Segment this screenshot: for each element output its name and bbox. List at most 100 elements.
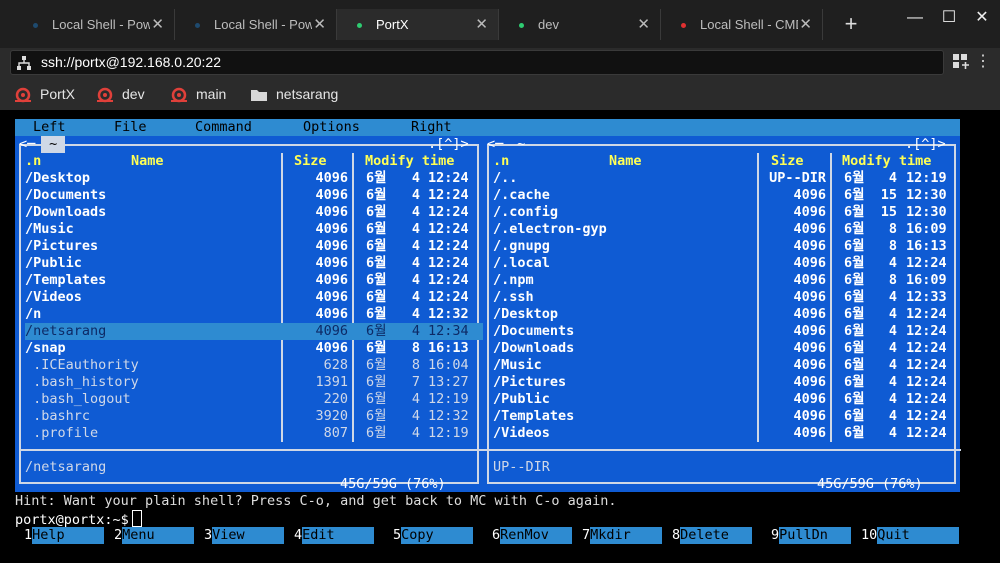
file-row-day: 4 bbox=[888, 323, 897, 339]
bookmark-dev[interactable]: dev bbox=[96, 78, 145, 110]
file-row-month: 6월 bbox=[844, 221, 865, 237]
fkey-view[interactable]: 3View bbox=[204, 527, 285, 544]
close-icon[interactable]: ✕ bbox=[475, 9, 488, 40]
file-row-month: 6월 bbox=[844, 289, 865, 305]
fkey-help[interactable]: 1Help bbox=[24, 527, 105, 544]
column-header-size: Size bbox=[294, 153, 327, 169]
file-row-month: 6월 bbox=[366, 255, 387, 271]
tab-local-shell-cmd[interactable]: Local Shell - CMD ✕ bbox=[661, 9, 823, 40]
file-row-time: 12:24 bbox=[906, 425, 947, 441]
file-row-size: 4096 bbox=[315, 255, 348, 271]
file-row-time: 12:19 bbox=[428, 425, 469, 441]
fkey-mkdir[interactable]: 7Mkdir bbox=[582, 527, 663, 544]
close-icon[interactable]: ✕ bbox=[313, 9, 326, 40]
fkey-pulldn[interactable]: 9PullDn bbox=[771, 527, 852, 544]
close-icon[interactable]: ✕ bbox=[637, 9, 650, 40]
file-row-time: 12:30 bbox=[906, 204, 947, 220]
more-options-icon[interactable]: ⋮ bbox=[975, 52, 991, 72]
tab-label: PortX bbox=[376, 17, 409, 32]
tab-dev[interactable]: dev ✕ bbox=[499, 9, 661, 40]
file-row-month: 6월 bbox=[844, 272, 865, 288]
file-row-size: 3920 bbox=[315, 408, 348, 424]
bookmark-portx[interactable]: PortX bbox=[14, 78, 75, 110]
tab-local-shell-powershell-1[interactable]: Local Shell - Powersh ✕ bbox=[13, 9, 175, 40]
file-row-size: 4096 bbox=[793, 391, 826, 407]
menu-command[interactable]: Command bbox=[195, 119, 252, 136]
file-row-month: 6월 bbox=[366, 408, 387, 424]
tab-status-dot bbox=[357, 23, 362, 28]
close-window-button[interactable]: ✕ bbox=[970, 6, 994, 30]
file-row-name: /Music bbox=[25, 221, 74, 237]
address-field[interactable]: ssh://portx@192.168.0.20:22 bbox=[10, 50, 944, 75]
file-row-day: 4 bbox=[411, 408, 420, 424]
file-row-month: 6월 bbox=[844, 357, 865, 373]
file-row-month: 6월 bbox=[366, 187, 387, 203]
new-tab-button[interactable]: + bbox=[840, 12, 862, 36]
bookmark-main[interactable]: main bbox=[170, 78, 226, 110]
tab-portx[interactable]: PortX ✕ bbox=[337, 9, 499, 40]
file-row-day: 4 bbox=[411, 306, 420, 322]
tab-status-dot bbox=[681, 23, 686, 28]
file-row-time: 12:24 bbox=[428, 187, 469, 203]
file-row-time: 12:24 bbox=[428, 170, 469, 186]
file-row-month: 6월 bbox=[844, 255, 865, 271]
toolbox-icon[interactable] bbox=[952, 53, 970, 71]
file-row-month: 6월 bbox=[844, 323, 865, 339]
fkey-delete[interactable]: 8Delete bbox=[672, 527, 753, 544]
file-row-month: 6월 bbox=[844, 187, 865, 203]
menu-left[interactable]: Left bbox=[33, 119, 66, 136]
file-row-size: 4096 bbox=[793, 408, 826, 424]
mc-menu-bar bbox=[15, 119, 960, 136]
file-row-day: 4 bbox=[411, 425, 420, 441]
file-row-month: 6월 bbox=[366, 306, 387, 322]
file-row-month: 6월 bbox=[366, 272, 387, 288]
file-row-time: 12:32 bbox=[428, 306, 469, 322]
file-row-time: 16:13 bbox=[428, 340, 469, 356]
menu-right[interactable]: Right bbox=[411, 119, 452, 136]
bookmark-netsarang[interactable]: netsarang bbox=[250, 78, 338, 110]
file-row-size: 4096 bbox=[793, 425, 826, 441]
file-row-time: 12:24 bbox=[906, 374, 947, 390]
close-icon[interactable]: ✕ bbox=[799, 9, 812, 40]
fkey-label: View bbox=[212, 527, 285, 544]
file-row-size: 4096 bbox=[793, 357, 826, 373]
file-row-time: 12:24 bbox=[906, 357, 947, 373]
panel-disk-usage: 45G/59G (76%) bbox=[817, 476, 923, 492]
fkey-label: Menu bbox=[122, 527, 195, 544]
prompt-text: portx@portx:~$ bbox=[15, 512, 129, 528]
file-row-name: /.npm bbox=[493, 272, 534, 288]
close-icon[interactable]: ✕ bbox=[151, 9, 164, 40]
text-cursor bbox=[131, 510, 142, 527]
file-row-month: 6월 bbox=[366, 391, 387, 407]
menu-file[interactable]: File bbox=[114, 119, 147, 136]
minimize-button[interactable]: — bbox=[903, 6, 927, 30]
file-row-size: 4096 bbox=[315, 221, 348, 237]
file-row-time: 12:24 bbox=[428, 289, 469, 305]
column-header-modify-time: Modify time bbox=[842, 153, 932, 169]
file-row-size: 4096 bbox=[793, 204, 826, 220]
file-row-name: /Pictures bbox=[25, 238, 99, 254]
file-row-size: UP--DIR bbox=[769, 170, 826, 186]
file-row-month: 6월 bbox=[844, 170, 865, 186]
tab-local-shell-powershell-2[interactable]: Local Shell - Powersh ✕ bbox=[175, 9, 337, 40]
fkey-quit[interactable]: 10Quit bbox=[861, 527, 960, 544]
fkey-label: Mkdir bbox=[590, 527, 663, 544]
menu-options[interactable]: Options bbox=[303, 119, 360, 136]
file-row-time: 12:24 bbox=[906, 255, 947, 271]
file-row-size: 4096 bbox=[315, 187, 348, 203]
fkey-menu[interactable]: 2Menu bbox=[114, 527, 195, 544]
file-row-time: 12:32 bbox=[428, 408, 469, 424]
column-header-name: Name bbox=[609, 153, 642, 169]
fkey-copy[interactable]: 5Copy bbox=[393, 527, 474, 544]
file-row-day: 4 bbox=[411, 187, 420, 203]
file-row-name: /snap bbox=[25, 340, 66, 356]
file-row-day: 4 bbox=[411, 221, 420, 237]
maximize-button[interactable]: ☐ bbox=[937, 6, 961, 30]
fkey-number: 1 bbox=[24, 527, 33, 543]
file-row-name: /Public bbox=[25, 255, 82, 271]
file-row-day: 4 bbox=[411, 289, 420, 305]
file-row-time: 12:24 bbox=[428, 204, 469, 220]
file-row-name: /.cache bbox=[493, 187, 550, 203]
fkey-renmov[interactable]: 6RenMov bbox=[492, 527, 573, 544]
fkey-edit[interactable]: 4Edit bbox=[294, 527, 375, 544]
